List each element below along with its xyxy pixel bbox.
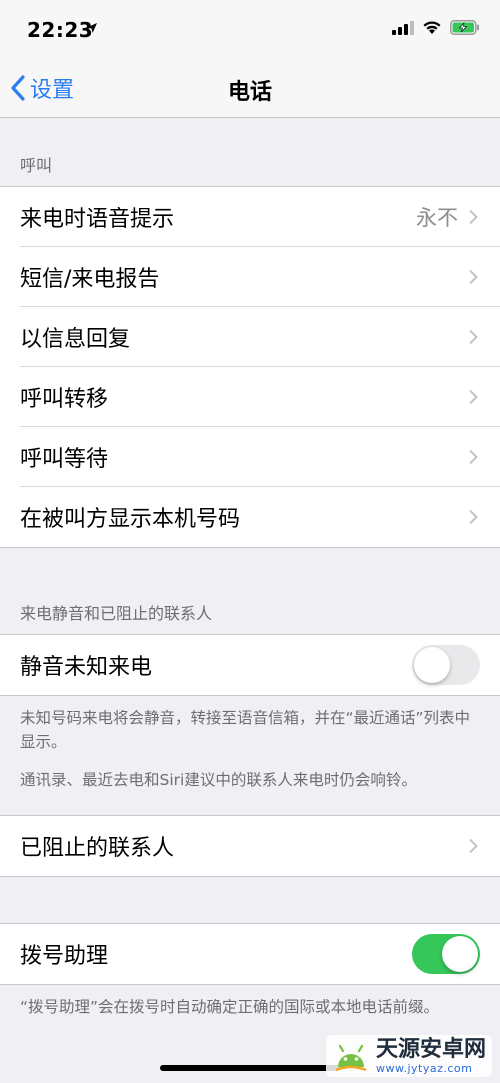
status-time: 22:23 [27,18,94,42]
page-title: 电话 [227,80,272,105]
section-header-calls: 呼叫 [20,156,53,175]
row-announce-calls[interactable]: 来电时语音提示 永不 [20,187,500,247]
row-label: 呼叫转移 [20,386,109,412]
chevron-right-icon [469,209,478,224]
row-sms-call-reporting[interactable]: 短信/来电报告 [20,247,500,307]
blocked-group: 已阻止的联系人 [0,815,500,877]
row-label: 以信息回复 [20,326,131,352]
chevron-right-icon [469,449,478,464]
row-silence-unknown-callers: 静音未知来电 [20,635,500,695]
silence-unknown-toggle[interactable] [412,645,480,685]
home-indicator[interactable] [160,1065,340,1071]
row-show-caller-id[interactable]: 在被叫方显示本机号码 [20,487,500,547]
battery-charging-icon [450,20,479,35]
chevron-right-icon [469,509,478,525]
row-value: 永不 [416,205,458,230]
toggle-knob [414,647,450,683]
silence-group: 静音未知来电 [0,634,500,696]
watermark-title: 天源安卓网 [375,1036,486,1062]
navigation-bar: 设置 电话 [0,60,500,118]
row-label: 在被叫方显示本机号码 [20,507,241,532]
dial-assist-footer-note: “拨号助理”会在拨号时自动确定正确的国际或本地电话前缀。 [20,998,440,1016]
row-label: 拨号助理 [20,944,109,969]
calls-group: 来电时语音提示 永不 短信/来电报告 以信息回复 呼叫转移 呼叫等待 在被叫方显… [0,186,500,548]
silence-footer-note: 未知号码来电将会静音，转接至语音信箱，并在“最近通话”列表中显示。 [20,709,471,751]
cellular-signal-icon [392,20,414,35]
row-label: 短信/来电报告 [20,266,160,292]
chevron-right-icon [469,269,478,284]
chevron-right-icon [469,329,478,344]
watermark: 天源安卓网 www.jytyaz.com [325,1035,492,1077]
chevron-right-icon [469,389,478,404]
row-call-forwarding[interactable]: 呼叫转移 [20,367,500,427]
silence-footer-contacts-note: 通讯录、最近去电和Siri建议中的联系人来电时仍会响铃。 [20,771,417,789]
location-arrow-icon [87,23,97,33]
row-respond-with-text[interactable]: 以信息回复 [20,307,500,367]
toggle-knob [442,936,478,972]
wifi-icon [423,21,441,34]
row-label: 呼叫等待 [20,446,109,472]
row-label: 静音未知来电 [20,655,153,680]
row-dial-assist: 拨号助理 [20,924,500,984]
status-bar: 22:23 [0,0,500,60]
row-blocked-contacts[interactable]: 已阻止的联系人 [20,816,500,876]
watermark-url: www.jytyaz.com [375,1061,473,1075]
section-header-silence-blocked: 来电静音和已阻止的联系人 [20,604,213,623]
dial-assist-group: 拨号助理 [0,923,500,985]
dial-assist-toggle[interactable] [412,934,480,974]
row-label: 已阻止的联系人 [20,836,175,861]
android-logo-icon [335,1044,367,1072]
chevron-right-icon [469,838,478,854]
row-call-waiting[interactable]: 呼叫等待 [20,427,500,487]
row-label: 来电时语音提示 [20,206,175,232]
